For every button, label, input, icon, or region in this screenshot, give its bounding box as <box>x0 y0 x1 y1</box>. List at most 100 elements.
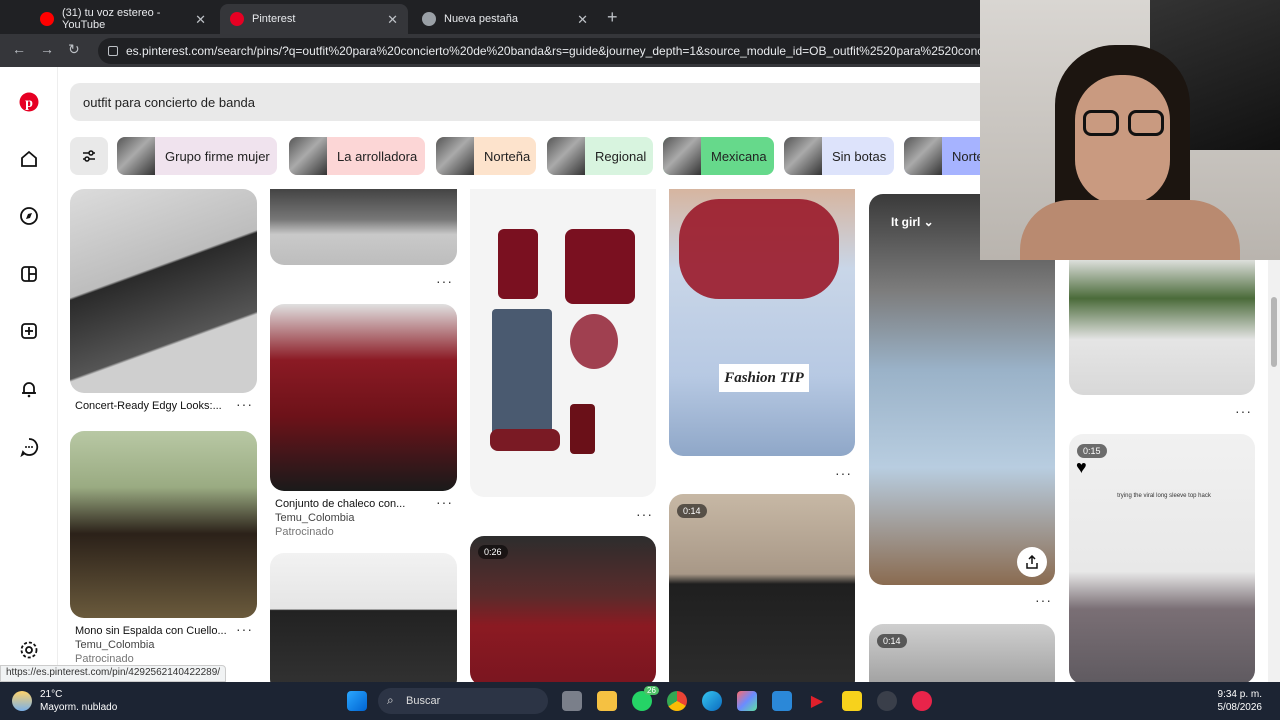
pin-image[interactable] <box>270 553 457 682</box>
edge-icon[interactable] <box>702 691 722 711</box>
chrome-icon[interactable] <box>667 691 687 711</box>
copilot-icon[interactable] <box>737 691 757 711</box>
file-explorer-icon[interactable] <box>597 691 617 711</box>
fashion-tip-badge: Fashion TIP <box>719 364 809 392</box>
video-pin[interactable]: trying the viral long sleeve top hack <box>1069 434 1255 682</box>
chip-grupo-firme-mujer[interactable]: Grupo firme mujer <box>117 137 277 175</box>
notifications-icon[interactable] <box>18 378 40 400</box>
link-status-bar: https://es.pinterest.com/pin/42925621404… <box>0 665 227 682</box>
chip-thumbnail <box>547 137 585 175</box>
search-input[interactable]: outfit para concierto de banda <box>70 83 990 121</box>
chip-thumbnail <box>289 137 327 175</box>
chip-nortena[interactable]: Norteña <box>436 137 536 175</box>
pin-image[interactable] <box>70 431 257 618</box>
tab-label: (31) tu voz estereo - YouTube <box>62 7 161 31</box>
task-view-icon[interactable] <box>562 691 582 711</box>
tab-label: Pinterest <box>252 13 296 25</box>
pin-image[interactable] <box>270 189 457 265</box>
create-icon[interactable] <box>18 320 40 342</box>
person-shoulders <box>1020 200 1240 260</box>
chip-label: Norteña <box>484 148 531 164</box>
explore-icon[interactable] <box>18 205 40 227</box>
more-options-icon[interactable]: ··· <box>436 273 453 289</box>
pin-image[interactable] <box>270 304 457 491</box>
pin-title[interactable]: Conjunto de chaleco con... <box>275 498 405 510</box>
reload-icon[interactable]: ↻ <box>68 41 80 58</box>
pinterest-logo-icon[interactable]: p <box>18 91 40 113</box>
share-icon[interactable] <box>1017 547 1047 577</box>
back-icon[interactable]: ← <box>12 41 26 57</box>
chip-thumbnail <box>436 137 474 175</box>
tab-pinterest[interactable]: Pinterest ✕ <box>220 4 408 34</box>
globe-icon <box>422 12 436 26</box>
chip-label: Regional <box>595 148 647 164</box>
new-tab-icon[interactable]: + <box>607 7 618 28</box>
chip-label: Sin botas <box>832 148 887 164</box>
more-options-icon[interactable]: ··· <box>236 621 253 637</box>
sidebar: p <box>0 67 58 682</box>
sliders-icon <box>83 150 95 162</box>
clock-time: 9:34 p. m. <box>1217 689 1262 700</box>
taskbar-clock[interactable]: 9:34 p. m. 5/08/2026 <box>1218 688 1263 714</box>
more-options-icon[interactable]: ··· <box>636 506 653 522</box>
pinterest-icon <box>230 12 244 26</box>
pin-image[interactable] <box>470 189 656 497</box>
taskbar-search-label: Buscar <box>406 695 441 707</box>
pin-title[interactable]: Concert-Ready Edgy Looks:... <box>75 400 222 412</box>
pin-brand[interactable]: Temu_Colombia <box>275 512 354 524</box>
chip-thumbnail <box>117 137 155 175</box>
close-tab-icon[interactable]: ✕ <box>387 12 398 28</box>
more-options-icon[interactable]: ··· <box>1035 592 1052 608</box>
store-icon[interactable] <box>772 691 792 711</box>
pin-image[interactable]: Fashion TIP <box>669 189 855 456</box>
app-icon[interactable]: ▶ <box>807 691 827 711</box>
settings-icon[interactable] <box>877 691 897 711</box>
close-tab-icon[interactable]: ✕ <box>195 12 206 28</box>
chip-thumbnail <box>784 137 822 175</box>
taskbar-search[interactable]: ⌕ Buscar <box>378 688 548 714</box>
tab-new[interactable]: Nueva pestaña ✕ <box>412 4 598 34</box>
pin-image[interactable] <box>1069 257 1255 395</box>
chip-thumbnail <box>904 137 942 175</box>
windows-start-icon[interactable] <box>347 691 367 711</box>
pin-brand[interactable]: Temu_Colombia <box>75 639 154 651</box>
chip-regional[interactable]: Regional <box>547 137 653 175</box>
fashion-tip-text: Fashion TIP <box>724 370 804 386</box>
more-options-icon[interactable]: ··· <box>236 396 253 412</box>
video-pin[interactable] <box>869 624 1055 682</box>
messages-icon[interactable] <box>18 436 40 458</box>
home-icon[interactable] <box>18 148 40 170</box>
tab-youtube[interactable]: (31) tu voz estereo - YouTube ✕ <box>30 4 216 34</box>
sponsored-label: Patrocinado <box>275 526 334 538</box>
chip-label: Grupo firme mujer <box>165 148 270 164</box>
youtube-icon <box>40 12 54 26</box>
pin-image[interactable] <box>70 189 257 393</box>
chip-sin-botas[interactable]: Sin botas <box>784 137 894 175</box>
more-options-icon[interactable]: ··· <box>436 494 453 510</box>
boards-icon[interactable] <box>18 263 40 285</box>
video-duration: 0:15 <box>1077 444 1107 458</box>
more-options-icon[interactable]: ··· <box>1235 403 1252 419</box>
pin-overlay-text: trying the viral long sleeve top hack <box>1117 493 1211 499</box>
scrollbar-thumb[interactable] <box>1271 297 1277 367</box>
glasses-right <box>1128 110 1164 136</box>
music-icon[interactable] <box>912 691 932 711</box>
filter-button[interactable] <box>70 137 108 175</box>
chip-mexicana[interactable]: Mexicana <box>663 137 774 175</box>
video-pin[interactable] <box>669 494 855 682</box>
settings-gear-icon[interactable] <box>18 639 40 661</box>
it-girl-label: It girl ⌄ <box>891 215 934 229</box>
weather-icon[interactable] <box>12 691 32 711</box>
chip-la-arrolladora[interactable]: La arrolladora <box>289 137 425 175</box>
site-info-icon[interactable] <box>108 46 118 56</box>
heart-icon: ♥ <box>1076 457 1087 477</box>
weather-widget[interactable]: 21°C Mayorm. nublado <box>40 688 117 714</box>
sticky-notes-icon[interactable] <box>842 691 862 711</box>
forward-icon[interactable]: → <box>40 41 54 57</box>
chip-thumbnail <box>663 137 701 175</box>
pin-title[interactable]: Mono sin Espalda con Cuello... <box>75 625 227 637</box>
close-tab-icon[interactable]: ✕ <box>577 12 588 28</box>
chip-norte[interactable]: Norte <box>904 137 990 175</box>
more-options-icon[interactable]: ··· <box>835 465 852 481</box>
sponsored-label: Patrocinado <box>75 653 134 665</box>
